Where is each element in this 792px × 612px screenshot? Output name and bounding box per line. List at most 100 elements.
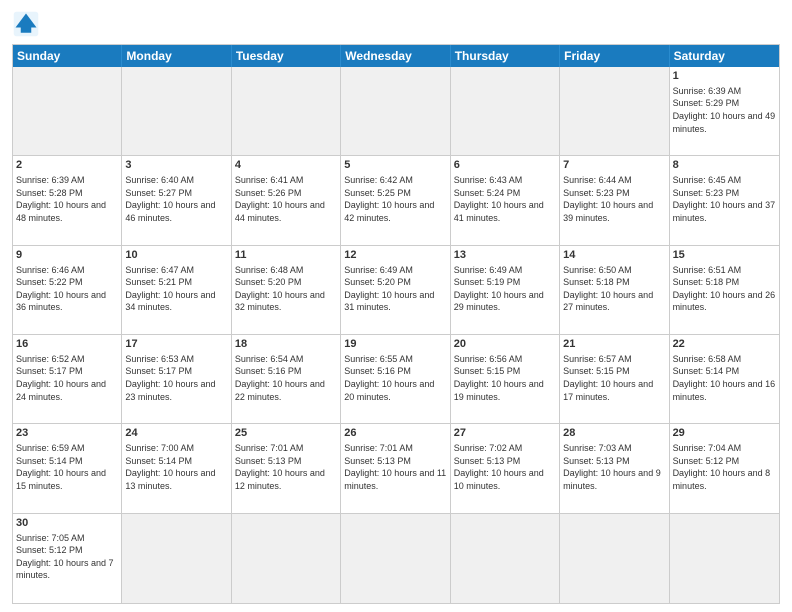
day-cell-4: 4Sunrise: 6:41 AMSunset: 5:26 PMDaylight… bbox=[232, 156, 341, 245]
empty-cell bbox=[122, 67, 231, 156]
cell-date: 20 bbox=[454, 337, 556, 352]
cell-info: Sunrise: 6:39 AMSunset: 5:28 PMDaylight:… bbox=[16, 174, 118, 224]
cell-info: Sunrise: 7:05 AMSunset: 5:12 PMDaylight:… bbox=[16, 532, 118, 582]
cell-info: Sunrise: 7:01 AMSunset: 5:13 PMDaylight:… bbox=[235, 442, 337, 492]
day-cell-23: 23Sunrise: 6:59 AMSunset: 5:14 PMDayligh… bbox=[13, 424, 122, 513]
day-cell-15: 15Sunrise: 6:51 AMSunset: 5:18 PMDayligh… bbox=[670, 246, 779, 335]
cell-date: 29 bbox=[673, 426, 776, 441]
empty-cell bbox=[13, 67, 122, 156]
cell-info: Sunrise: 6:58 AMSunset: 5:14 PMDaylight:… bbox=[673, 353, 776, 403]
day-cell-14: 14Sunrise: 6:50 AMSunset: 5:18 PMDayligh… bbox=[560, 246, 669, 335]
cell-date: 26 bbox=[344, 426, 446, 441]
cell-date: 19 bbox=[344, 337, 446, 352]
cell-info: Sunrise: 6:53 AMSunset: 5:17 PMDaylight:… bbox=[125, 353, 227, 403]
cell-date: 13 bbox=[454, 248, 556, 263]
day-cell-30: 30Sunrise: 7:05 AMSunset: 5:12 PMDayligh… bbox=[13, 514, 122, 603]
cell-date: 22 bbox=[673, 337, 776, 352]
cell-info: Sunrise: 7:01 AMSunset: 5:13 PMDaylight:… bbox=[344, 442, 446, 492]
cell-date: 24 bbox=[125, 426, 227, 441]
day-headers: SundayMondayTuesdayWednesdayThursdayFrid… bbox=[13, 45, 779, 67]
day-header-tuesday: Tuesday bbox=[232, 45, 341, 67]
cell-info: Sunrise: 6:52 AMSunset: 5:17 PMDaylight:… bbox=[16, 353, 118, 403]
cell-date: 28 bbox=[563, 426, 665, 441]
cell-date: 4 bbox=[235, 158, 337, 173]
calendar: SundayMondayTuesdayWednesdayThursdayFrid… bbox=[12, 44, 780, 604]
cell-date: 6 bbox=[454, 158, 556, 173]
calendar-grid: 1Sunrise: 6:39 AMSunset: 5:29 PMDaylight… bbox=[13, 67, 779, 603]
cell-date: 11 bbox=[235, 248, 337, 263]
empty-cell bbox=[232, 514, 341, 603]
cell-date: 18 bbox=[235, 337, 337, 352]
cell-info: Sunrise: 6:50 AMSunset: 5:18 PMDaylight:… bbox=[563, 264, 665, 314]
day-header-friday: Friday bbox=[560, 45, 669, 67]
day-cell-17: 17Sunrise: 6:53 AMSunset: 5:17 PMDayligh… bbox=[122, 335, 231, 424]
day-header-wednesday: Wednesday bbox=[341, 45, 450, 67]
cell-info: Sunrise: 6:54 AMSunset: 5:16 PMDaylight:… bbox=[235, 353, 337, 403]
cell-date: 30 bbox=[16, 516, 118, 531]
empty-cell bbox=[451, 67, 560, 156]
cell-date: 7 bbox=[563, 158, 665, 173]
cell-info: Sunrise: 6:49 AMSunset: 5:20 PMDaylight:… bbox=[344, 264, 446, 314]
day-cell-26: 26Sunrise: 7:01 AMSunset: 5:13 PMDayligh… bbox=[341, 424, 450, 513]
day-cell-2: 2Sunrise: 6:39 AMSunset: 5:28 PMDaylight… bbox=[13, 156, 122, 245]
cell-info: Sunrise: 6:56 AMSunset: 5:15 PMDaylight:… bbox=[454, 353, 556, 403]
empty-cell bbox=[122, 514, 231, 603]
day-header-thursday: Thursday bbox=[451, 45, 560, 67]
empty-cell bbox=[451, 514, 560, 603]
cell-date: 16 bbox=[16, 337, 118, 352]
cell-info: Sunrise: 6:43 AMSunset: 5:24 PMDaylight:… bbox=[454, 174, 556, 224]
cell-info: Sunrise: 6:48 AMSunset: 5:20 PMDaylight:… bbox=[235, 264, 337, 314]
cell-info: Sunrise: 6:46 AMSunset: 5:22 PMDaylight:… bbox=[16, 264, 118, 314]
cell-info: Sunrise: 6:47 AMSunset: 5:21 PMDaylight:… bbox=[125, 264, 227, 314]
day-cell-3: 3Sunrise: 6:40 AMSunset: 5:27 PMDaylight… bbox=[122, 156, 231, 245]
day-cell-27: 27Sunrise: 7:02 AMSunset: 5:13 PMDayligh… bbox=[451, 424, 560, 513]
cell-date: 14 bbox=[563, 248, 665, 263]
cell-info: Sunrise: 7:04 AMSunset: 5:12 PMDaylight:… bbox=[673, 442, 776, 492]
cell-date: 3 bbox=[125, 158, 227, 173]
day-cell-20: 20Sunrise: 6:56 AMSunset: 5:15 PMDayligh… bbox=[451, 335, 560, 424]
day-cell-6: 6Sunrise: 6:43 AMSunset: 5:24 PMDaylight… bbox=[451, 156, 560, 245]
cell-date: 10 bbox=[125, 248, 227, 263]
day-cell-16: 16Sunrise: 6:52 AMSunset: 5:17 PMDayligh… bbox=[13, 335, 122, 424]
cell-date: 17 bbox=[125, 337, 227, 352]
cell-info: Sunrise: 6:49 AMSunset: 5:19 PMDaylight:… bbox=[454, 264, 556, 314]
day-cell-12: 12Sunrise: 6:49 AMSunset: 5:20 PMDayligh… bbox=[341, 246, 450, 335]
cell-info: Sunrise: 7:03 AMSunset: 5:13 PMDaylight:… bbox=[563, 442, 665, 492]
cell-info: Sunrise: 6:59 AMSunset: 5:14 PMDaylight:… bbox=[16, 442, 118, 492]
day-cell-11: 11Sunrise: 6:48 AMSunset: 5:20 PMDayligh… bbox=[232, 246, 341, 335]
cell-date: 2 bbox=[16, 158, 118, 173]
cell-info: Sunrise: 7:02 AMSunset: 5:13 PMDaylight:… bbox=[454, 442, 556, 492]
day-header-sunday: Sunday bbox=[13, 45, 122, 67]
day-cell-24: 24Sunrise: 7:00 AMSunset: 5:14 PMDayligh… bbox=[122, 424, 231, 513]
cell-date: 15 bbox=[673, 248, 776, 263]
day-cell-22: 22Sunrise: 6:58 AMSunset: 5:14 PMDayligh… bbox=[670, 335, 779, 424]
cell-date: 12 bbox=[344, 248, 446, 263]
day-cell-21: 21Sunrise: 6:57 AMSunset: 5:15 PMDayligh… bbox=[560, 335, 669, 424]
cell-date: 25 bbox=[235, 426, 337, 441]
day-cell-19: 19Sunrise: 6:55 AMSunset: 5:16 PMDayligh… bbox=[341, 335, 450, 424]
cell-date: 1 bbox=[673, 69, 776, 84]
empty-cell bbox=[560, 67, 669, 156]
cell-date: 21 bbox=[563, 337, 665, 352]
cell-info: Sunrise: 6:51 AMSunset: 5:18 PMDaylight:… bbox=[673, 264, 776, 314]
day-cell-18: 18Sunrise: 6:54 AMSunset: 5:16 PMDayligh… bbox=[232, 335, 341, 424]
cell-info: Sunrise: 6:41 AMSunset: 5:26 PMDaylight:… bbox=[235, 174, 337, 224]
day-cell-13: 13Sunrise: 6:49 AMSunset: 5:19 PMDayligh… bbox=[451, 246, 560, 335]
empty-cell bbox=[232, 67, 341, 156]
cell-info: Sunrise: 6:55 AMSunset: 5:16 PMDaylight:… bbox=[344, 353, 446, 403]
empty-cell bbox=[560, 514, 669, 603]
cell-date: 5 bbox=[344, 158, 446, 173]
cell-date: 23 bbox=[16, 426, 118, 441]
day-cell-25: 25Sunrise: 7:01 AMSunset: 5:13 PMDayligh… bbox=[232, 424, 341, 513]
day-cell-8: 8Sunrise: 6:45 AMSunset: 5:23 PMDaylight… bbox=[670, 156, 779, 245]
page: SundayMondayTuesdayWednesdayThursdayFrid… bbox=[0, 0, 792, 612]
empty-cell bbox=[670, 514, 779, 603]
cell-info: Sunrise: 6:44 AMSunset: 5:23 PMDaylight:… bbox=[563, 174, 665, 224]
day-cell-28: 28Sunrise: 7:03 AMSunset: 5:13 PMDayligh… bbox=[560, 424, 669, 513]
cell-info: Sunrise: 6:40 AMSunset: 5:27 PMDaylight:… bbox=[125, 174, 227, 224]
day-cell-10: 10Sunrise: 6:47 AMSunset: 5:21 PMDayligh… bbox=[122, 246, 231, 335]
cell-info: Sunrise: 6:45 AMSunset: 5:23 PMDaylight:… bbox=[673, 174, 776, 224]
cell-info: Sunrise: 6:57 AMSunset: 5:15 PMDaylight:… bbox=[563, 353, 665, 403]
day-cell-9: 9Sunrise: 6:46 AMSunset: 5:22 PMDaylight… bbox=[13, 246, 122, 335]
cell-date: 27 bbox=[454, 426, 556, 441]
